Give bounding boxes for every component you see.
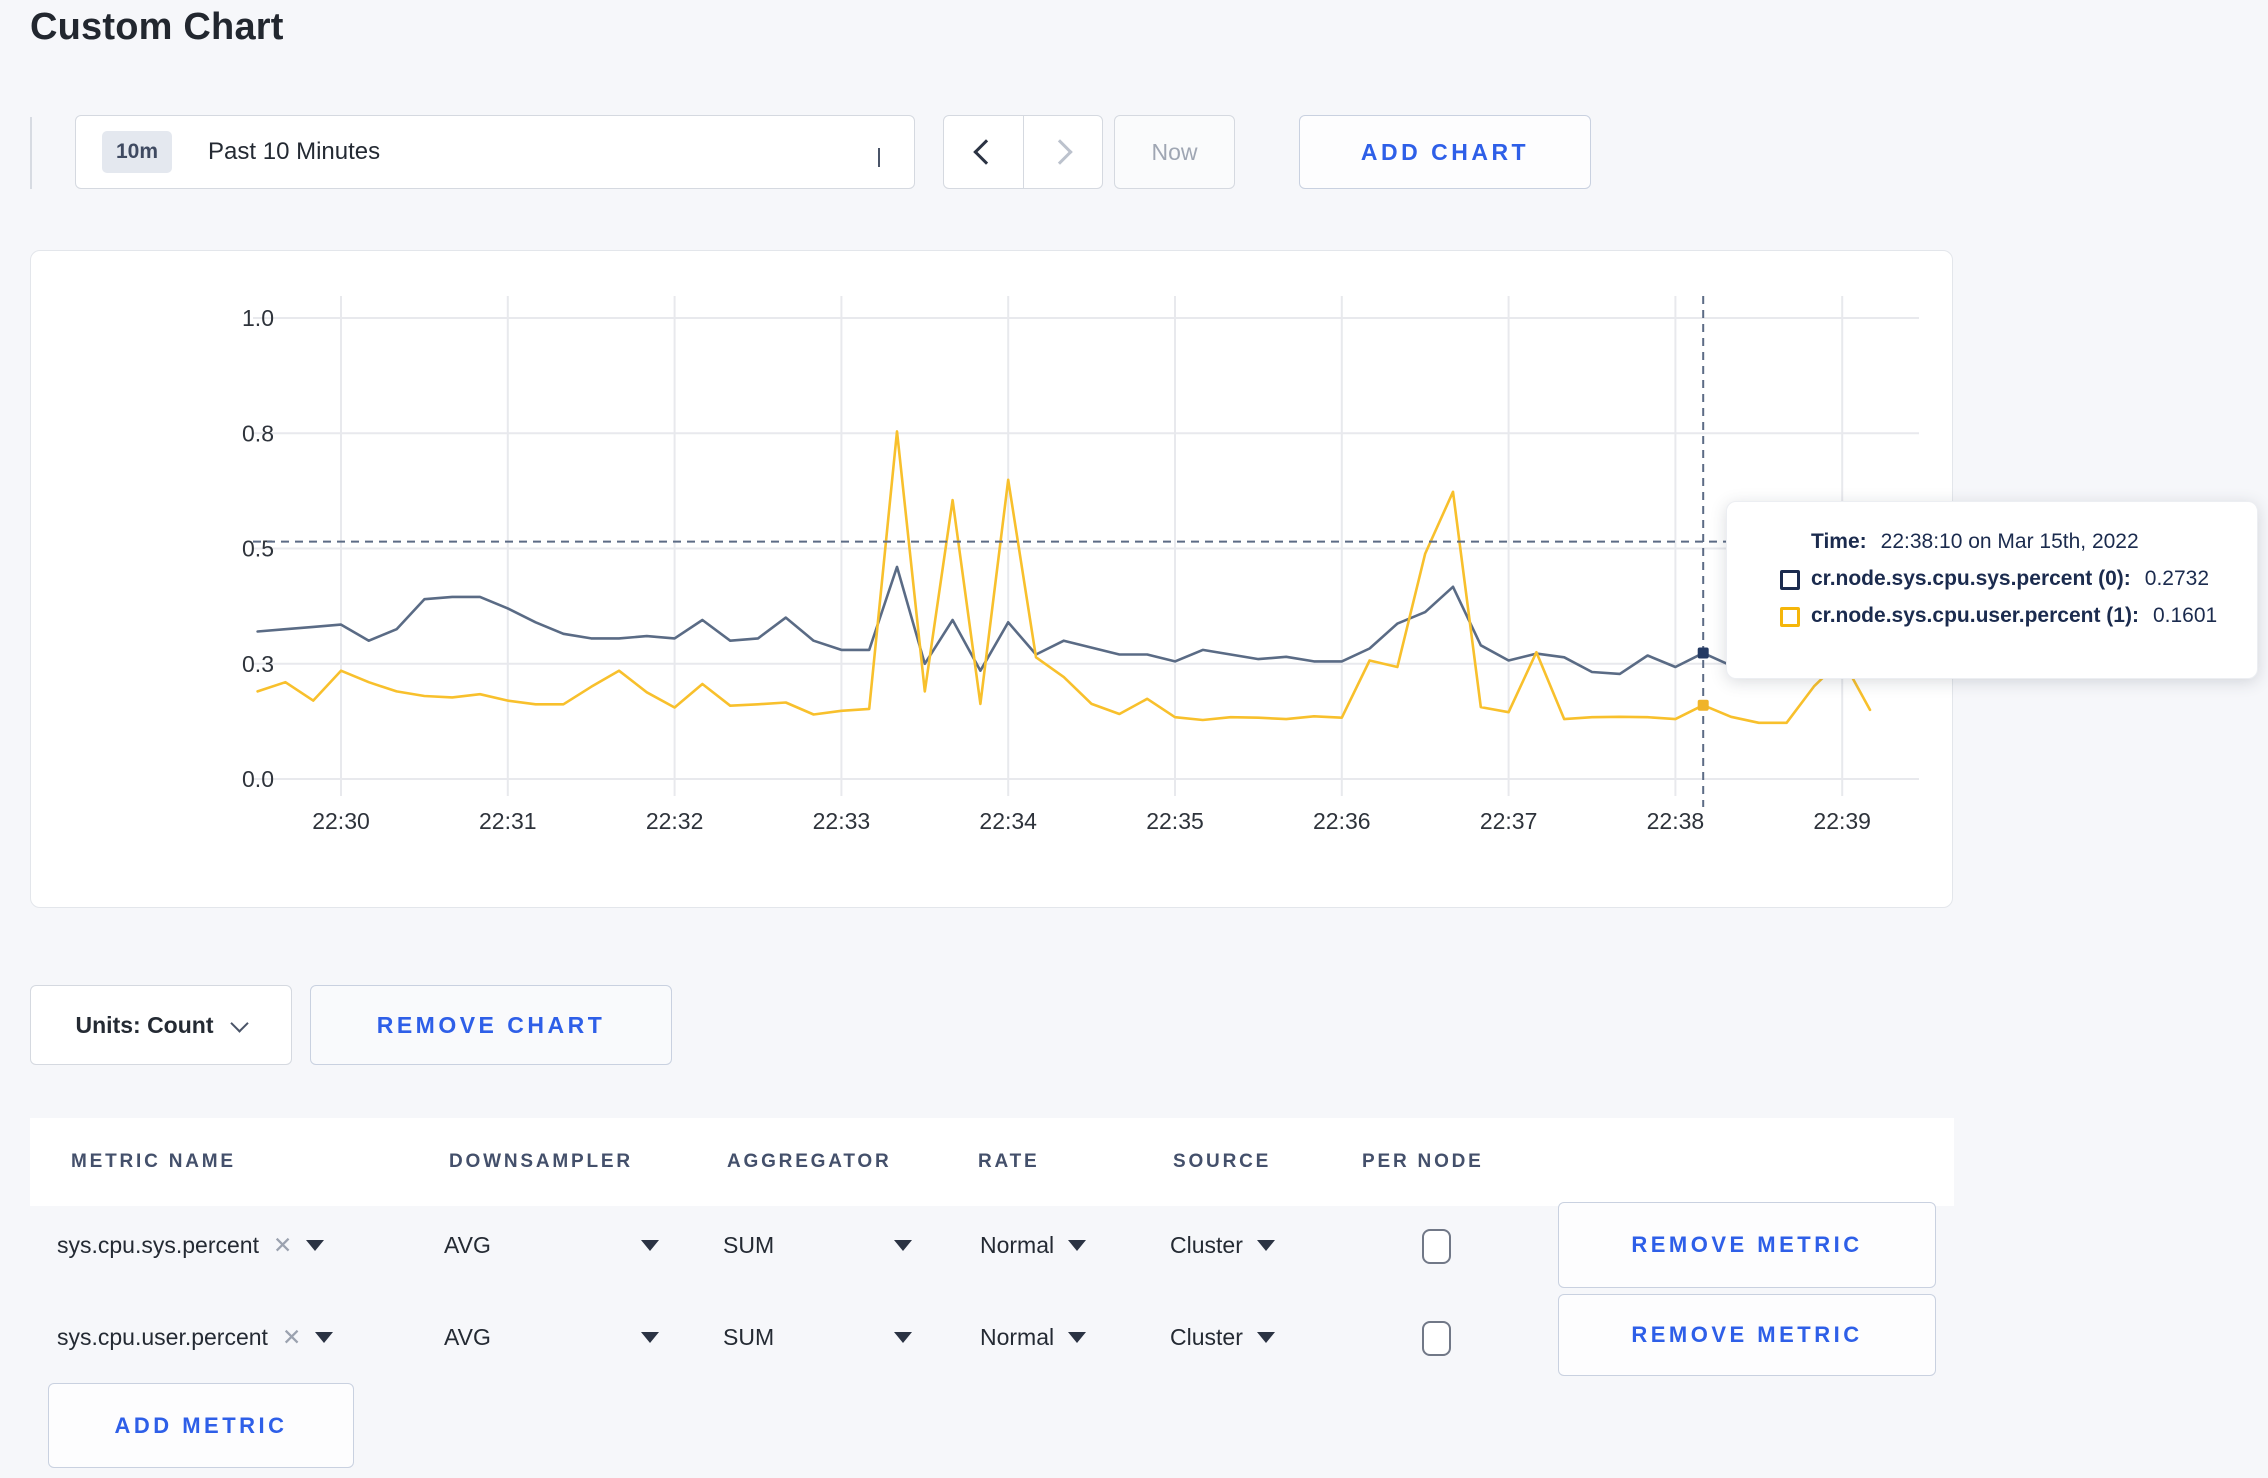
caret-down-icon[interactable] (894, 1240, 912, 1251)
svg-text:1.0: 1.0 (242, 305, 274, 331)
svg-text:22:35: 22:35 (1146, 808, 1204, 834)
tooltip-time-row: Time: 22:38:10 on Mar 15th, 2022 (1811, 530, 2257, 554)
rate-select[interactable]: Normal (980, 1292, 1087, 1382)
header-downsampler: DOWNSAMPLER (449, 1151, 633, 1172)
svg-text:22:33: 22:33 (813, 808, 871, 834)
sys-series-swatch-icon (1780, 570, 1800, 590)
source-select[interactable]: Cluster (1170, 1200, 1275, 1290)
header-rate: RATE (978, 1151, 1040, 1172)
units-label: Units: Count (75, 1011, 214, 1038)
svg-text:22:38: 22:38 (1647, 808, 1705, 834)
source-select[interactable]: Cluster (1170, 1292, 1275, 1382)
remove-metric-button[interactable]: REMOVE METRIC (1558, 1294, 1936, 1376)
source-value: Cluster (1170, 1231, 1243, 1258)
metrics-table-header: METRIC NAME DOWNSAMPLER AGGREGATOR RATE … (30, 1118, 1954, 1206)
next-time-button[interactable] (1024, 116, 1103, 188)
prev-time-button[interactable] (944, 116, 1024, 188)
tooltip-user-name: cr.node.sys.cpu.user.percent (1): (1811, 604, 2139, 627)
svg-text:22:36: 22:36 (1313, 808, 1371, 834)
user-series-swatch-icon (1780, 607, 1800, 627)
svg-text:22:39: 22:39 (1813, 808, 1871, 834)
clear-icon[interactable]: ✕ (282, 1324, 301, 1351)
chart-svg[interactable]: 0.0 0.3 0.5 0.8 1.0 22:30 22:31 22:32 22:33 22:34… (31, 251, 1954, 909)
chart-card: 0.0 0.3 0.5 0.8 1.0 22:30 22:31 22:32 22:33 22:34… (30, 250, 1953, 908)
tooltip-time-value: 22:38:10 on Mar 15th, 2022 (1880, 530, 2139, 553)
downsampler-select[interactable]: AVG (444, 1200, 491, 1290)
aggregator-value: SUM (723, 1231, 775, 1258)
svg-text:0.3: 0.3 (242, 651, 274, 677)
header-per-node: PER NODE (1362, 1151, 1484, 1172)
add-chart-button[interactable]: ADD CHART (1299, 115, 1591, 189)
downsampler-value: AVG (444, 1323, 491, 1350)
metric-name-select[interactable]: sys.cpu.user.percent ✕ (57, 1292, 334, 1382)
tooltip-series-row: cr.node.sys.cpu.user.percent (1): 0.1601 (1780, 604, 2257, 628)
svg-text:22:34: 22:34 (979, 808, 1037, 834)
svg-text:0.5: 0.5 (242, 536, 274, 562)
caret-down-icon (315, 1331, 334, 1343)
caret-down-icon (306, 1239, 325, 1251)
metric-name-select[interactable]: sys.cpu.sys.percent ✕ (57, 1200, 325, 1290)
add-metric-button[interactable]: ADD METRIC (48, 1383, 354, 1468)
custom-chart-page: Custom Chart 10m Past 10 Minutes Now ADD… (0, 0, 2268, 1478)
per-node-checkbox[interactable] (1422, 1229, 1451, 1264)
caret-down-icon (1068, 1331, 1087, 1343)
caret-down-icon[interactable] (894, 1332, 912, 1343)
toolbar-divider (30, 117, 32, 189)
svg-text:22:31: 22:31 (479, 808, 537, 834)
caret-down-icon (1256, 1239, 1275, 1251)
metric-row: sys.cpu.sys.percent ✕ AVG SUM Normal Clu… (30, 1200, 1954, 1290)
caret-down-icon (1068, 1239, 1087, 1251)
header-source: SOURCE (1173, 1151, 1272, 1172)
tooltip-sys-value: 0.2732 (2144, 567, 2210, 590)
rate-value: Normal (980, 1231, 1055, 1258)
svg-text:22:30: 22:30 (312, 808, 370, 834)
downsampler-value: AVG (444, 1231, 491, 1258)
aggregator-value: SUM (723, 1323, 775, 1350)
tooltip-sys-name: cr.node.sys.cpu.sys.percent (0): (1811, 567, 2131, 590)
time-range-label: Past 10 Minutes (208, 138, 381, 165)
chevron-right-icon (1047, 139, 1073, 165)
tooltip-user-value: 0.1601 (2152, 604, 2218, 627)
chevron-down-icon (878, 148, 880, 167)
page-title: Custom Chart (30, 6, 284, 48)
svg-text:0.0: 0.0 (242, 766, 274, 792)
rate-select[interactable]: Normal (980, 1200, 1087, 1290)
metric-row: sys.cpu.user.percent ✕ AVG SUM Normal Cl… (30, 1292, 1954, 1382)
chevron-down-icon (230, 1013, 250, 1033)
chart-tooltip: Time: 22:38:10 on Mar 15th, 2022 cr.node… (1726, 501, 2258, 679)
metric-name-value: sys.cpu.user.percent (57, 1323, 268, 1350)
aggregator-select[interactable]: SUM (723, 1200, 774, 1290)
clear-icon[interactable]: ✕ (273, 1232, 292, 1259)
header-metric-name: METRIC NAME (71, 1151, 236, 1172)
chevron-left-icon (973, 139, 999, 165)
metric-name-value: sys.cpu.sys.percent (57, 1231, 259, 1258)
tooltip-time-label: Time: (1811, 530, 1867, 553)
per-node-checkbox[interactable] (1422, 1321, 1451, 1356)
caret-down-icon (1256, 1331, 1275, 1343)
source-value: Cluster (1170, 1323, 1243, 1350)
downsampler-select[interactable]: AVG (444, 1292, 491, 1382)
caret-down-icon[interactable] (641, 1332, 659, 1343)
tooltip-series-row: cr.node.sys.cpu.sys.percent (0): 0.2732 (1780, 567, 2257, 591)
caret-down-icon[interactable] (641, 1240, 659, 1251)
remove-metric-button[interactable]: REMOVE METRIC (1558, 1202, 1936, 1288)
header-aggregator: AGGREGATOR (727, 1151, 892, 1172)
rate-value: Normal (980, 1323, 1055, 1350)
remove-chart-button[interactable]: REMOVE CHART (310, 985, 672, 1065)
units-dropdown[interactable]: Units: Count (30, 985, 292, 1065)
time-range-dropdown[interactable]: 10m Past 10 Minutes (75, 115, 915, 189)
svg-text:22:32: 22:32 (646, 808, 704, 834)
now-button[interactable]: Now (1114, 115, 1235, 189)
svg-text:22:37: 22:37 (1480, 808, 1538, 834)
time-nav-group (943, 115, 1103, 189)
svg-text:0.8: 0.8 (242, 420, 274, 446)
time-range-badge: 10m (102, 131, 173, 173)
aggregator-select[interactable]: SUM (723, 1292, 774, 1382)
